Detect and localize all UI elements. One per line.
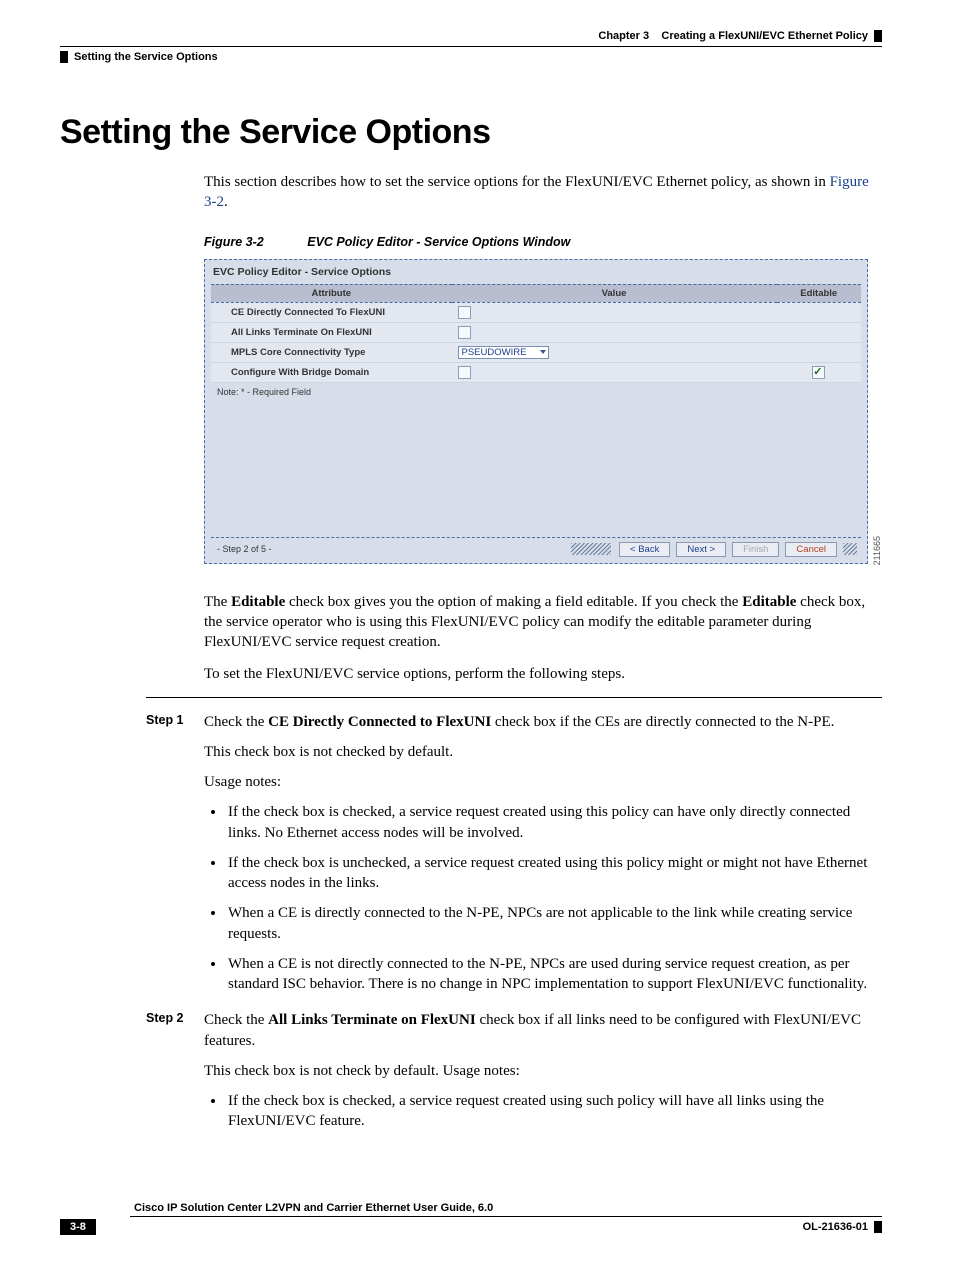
list-item: If the check box is unchecked, a service… (226, 853, 882, 894)
attr-mpls-core-type: MPLS Core Connectivity Type (211, 342, 452, 362)
figure-caption: Figure 3-2 EVC Policy Editor - Service O… (204, 235, 882, 249)
step-2: Step 2 Check the All Links Terminate on … (146, 1010, 882, 1141)
ce-connected-checkbox[interactable] (458, 306, 471, 319)
list-item: If the check box is checked, a service r… (226, 1091, 882, 1132)
next-button[interactable]: Next > (676, 542, 726, 557)
chapter-label: Chapter 3 (598, 30, 649, 42)
intro-paragraph: This section describes how to set the se… (204, 172, 882, 213)
mpls-core-select[interactable]: PSEUDOWIRE (458, 346, 549, 359)
required-field-note: Note: * - Required Field (211, 383, 861, 397)
attr-ce-directly-connected: CE Directly Connected To FlexUNI (211, 302, 452, 322)
back-button[interactable]: < Back (619, 542, 670, 557)
horizontal-rule (146, 697, 882, 698)
table-row: MPLS Core Connectivity Type PSEUDOWIRE (211, 342, 861, 362)
steps-intro: To set the FlexUNI/EVC service options, … (204, 664, 882, 684)
list-item: When a CE is directly connected to the N… (226, 903, 882, 944)
evc-policy-screenshot: EVC Policy Editor - Service Options Attr… (204, 259, 868, 564)
col-editable: Editable (777, 284, 862, 302)
screenshot-title: EVC Policy Editor - Service Options (211, 264, 861, 284)
service-options-table: Attribute Value Editable CE Directly Con… (211, 284, 861, 383)
table-row: CE Directly Connected To FlexUNI (211, 302, 861, 322)
step-1-notes: If the check box is checked, a service r… (204, 802, 882, 994)
editable-paragraph: The Editable check box gives you the opt… (204, 592, 882, 653)
cancel-button[interactable]: Cancel (785, 542, 837, 557)
table-row: All Links Terminate On FlexUNI (211, 322, 861, 342)
bridge-domain-editable-checkbox[interactable] (812, 366, 825, 379)
section-breadcrumb: Setting the Service Options (60, 51, 882, 63)
resize-grip-icon[interactable] (571, 543, 611, 555)
attr-all-links-terminate: All Links Terminate On FlexUNI (211, 322, 452, 342)
step-1: Step 1 Check the CE Directly Connected t… (146, 712, 882, 1005)
resize-grip-icon[interactable] (843, 543, 857, 555)
bridge-domain-checkbox[interactable] (458, 366, 471, 379)
table-row: Configure With Bridge Domain (211, 362, 861, 382)
finish-button: Finish (732, 542, 779, 557)
list-item: If the check box is checked, a service r… (226, 802, 882, 843)
figure-title: EVC Policy Editor - Service Options Wind… (307, 235, 570, 249)
list-item: When a CE is not directly connected to t… (226, 954, 882, 995)
ol-code: OL-21636-01 (803, 1221, 882, 1233)
guide-title: Cisco IP Solution Center L2VPN and Carri… (130, 1202, 882, 1217)
col-value: Value (452, 284, 777, 302)
col-attribute: Attribute (211, 284, 452, 302)
wizard-step-label: - Step 2 of 5 - (217, 544, 272, 554)
figure-number: Figure 3-2 (204, 235, 264, 249)
chapter-title: Creating a FlexUNI/EVC Ethernet Policy (661, 30, 868, 42)
section-title: Setting the Service Options (60, 113, 882, 152)
page-footer: Cisco IP Solution Center L2VPN and Carri… (60, 1202, 882, 1235)
figure-code: 211665 (872, 534, 882, 565)
step-2-notes: If the check box is checked, a service r… (204, 1091, 882, 1132)
page-header: Chapter 3 Creating a FlexUNI/EVC Etherne… (60, 30, 882, 63)
all-links-checkbox[interactable] (458, 326, 471, 339)
step-2-label: Step 2 (146, 1010, 204, 1141)
step-1-label: Step 1 (146, 712, 204, 1005)
page-number: 3-8 (60, 1219, 96, 1235)
attr-configure-bridge-domain: Configure With Bridge Domain (211, 362, 452, 382)
